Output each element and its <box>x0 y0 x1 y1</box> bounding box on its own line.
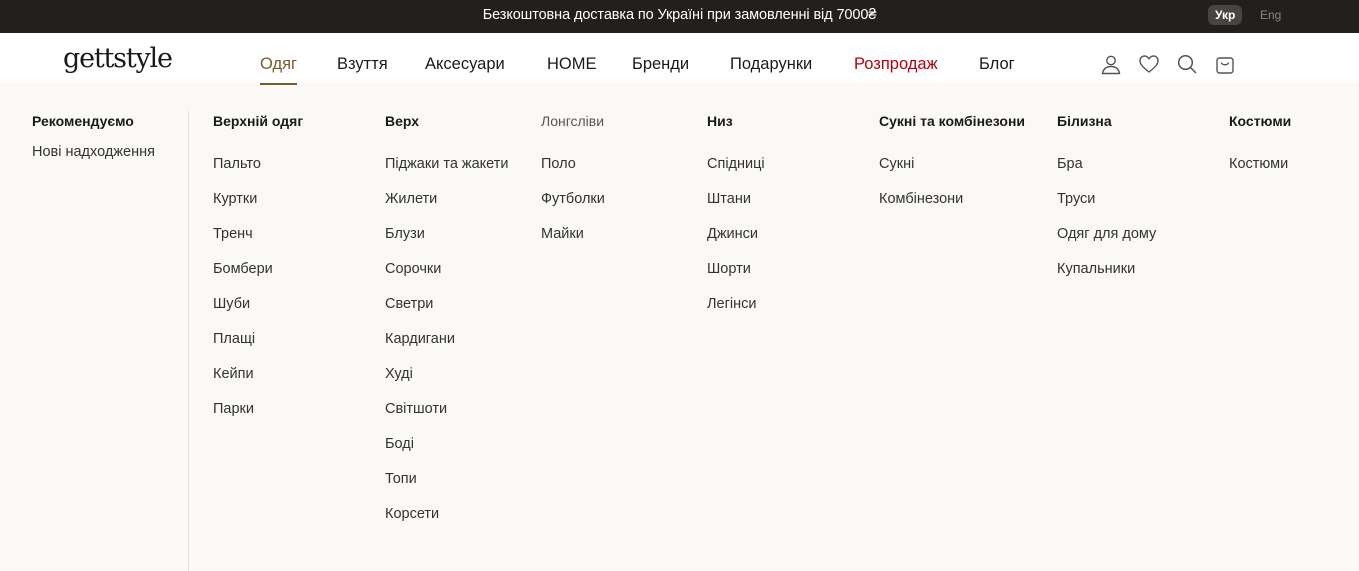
search-icon[interactable] <box>1176 53 1198 75</box>
nav-shoes[interactable]: Взуття <box>337 55 388 73</box>
suits-title[interactable]: Костюми <box>1229 113 1291 129</box>
lang-eng-button[interactable]: Eng <box>1253 5 1288 25</box>
nav-accessories[interactable]: Аксесуари <box>425 55 505 73</box>
menu-link[interactable]: Светри <box>385 296 433 312</box>
recommend-title: Рекомендуємо <box>32 113 134 129</box>
menu-link[interactable]: Комбінезони <box>879 191 963 207</box>
menu-link[interactable]: Плащі <box>213 331 255 347</box>
menu-link[interactable]: Піджаки та жакети <box>385 156 509 172</box>
menu-link[interactable]: Світшоти <box>385 401 447 417</box>
menu-link[interactable]: Кейпи <box>213 366 254 382</box>
menu-link[interactable]: Блузи <box>385 226 425 242</box>
nav-gifts[interactable]: Подарунки <box>730 55 812 73</box>
bag-icon[interactable] <box>1214 53 1236 75</box>
lingerie-title[interactable]: Білизна <box>1057 113 1112 129</box>
outerwear-title[interactable]: Верхній одяг <box>213 113 303 129</box>
menu-link[interactable]: Одяг для дому <box>1057 226 1156 242</box>
menu-link[interactable]: Футболки <box>541 191 605 207</box>
nav-home[interactable]: HOME <box>547 55 597 73</box>
menu-link[interactable]: Пальто <box>213 156 261 172</box>
site-header: gettstyle Одяг Взуття Аксесуари HOME Бре… <box>0 33 1359 85</box>
logo[interactable]: gettstyle <box>63 43 173 74</box>
menu-link[interactable]: Труси <box>1057 191 1095 207</box>
menu-link[interactable]: Топи <box>385 471 417 487</box>
menu-link[interactable]: Бомбери <box>213 261 273 277</box>
user-icon[interactable] <box>1100 53 1122 75</box>
heart-icon[interactable] <box>1138 53 1160 75</box>
menu-link[interactable]: Куртки <box>213 191 257 207</box>
nav-brands[interactable]: Бренди <box>632 55 689 73</box>
menu-link[interactable]: Жилети <box>385 191 437 207</box>
nav-blog[interactable]: Блог <box>979 55 1015 73</box>
menu-link[interactable]: Шуби <box>213 296 250 312</box>
menu-link[interactable]: Боді <box>385 436 414 452</box>
nav-sale[interactable]: Розпродаж <box>854 55 938 73</box>
menu-link[interactable]: Штани <box>707 191 751 207</box>
menu-link[interactable]: Кардигани <box>385 331 455 347</box>
dresses-title[interactable]: Сукні та комбінезони <box>879 113 1025 129</box>
menu-link[interactable]: Шорти <box>707 261 751 277</box>
menu-link[interactable]: Купальники <box>1057 261 1135 277</box>
menu-link[interactable]: Поло <box>541 156 576 172</box>
menu-link[interactable]: Корсети <box>385 506 439 522</box>
menu-link[interactable]: Джинси <box>707 226 758 242</box>
menu-divider <box>188 111 189 571</box>
menu-link[interactable]: Костюми <box>1229 156 1288 172</box>
menu-link[interactable]: Легінси <box>707 296 756 312</box>
menu-link[interactable]: Сорочки <box>385 261 441 277</box>
menu-link[interactable]: Худі <box>385 366 413 382</box>
new-arrivals-link[interactable]: Нові надходження <box>32 144 155 160</box>
menu-link[interactable]: Парки <box>213 401 254 417</box>
promo-text: Безкоштовна доставка по Україні при замо… <box>482 7 877 23</box>
menu-link[interactable]: Майки <box>541 226 584 242</box>
menu-link[interactable]: Бра <box>1057 156 1083 172</box>
lang-ukr-button[interactable]: Укр <box>1208 5 1243 25</box>
bottoms-title[interactable]: Низ <box>707 113 733 129</box>
longsleeves-title[interactable]: Лонгсліви <box>541 113 604 129</box>
menu-link[interactable]: Сукні <box>879 156 914 172</box>
nav-clothing[interactable]: Одяг <box>260 55 298 85</box>
menu-link[interactable]: Тренч <box>213 226 253 242</box>
menu-link[interactable]: Спідниці <box>707 156 765 172</box>
promo-bar: Безкоштовна доставка по Україні при замо… <box>0 0 1359 33</box>
tops-title[interactable]: Верх <box>385 113 419 129</box>
